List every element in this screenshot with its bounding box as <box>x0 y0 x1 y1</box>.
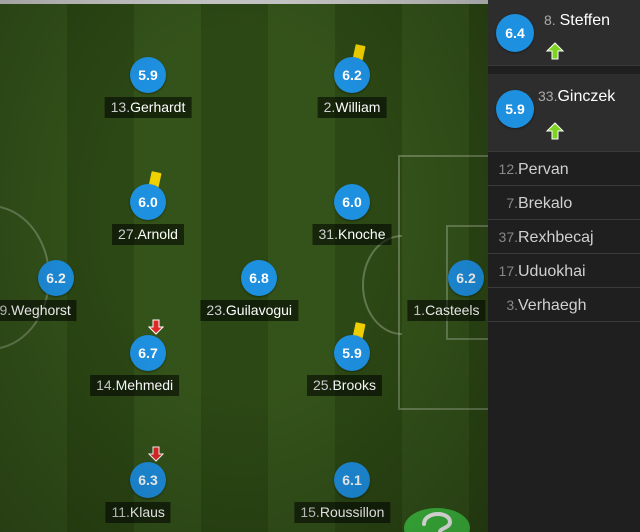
player-name-label: 14.Mehmedi <box>90 375 180 396</box>
player-name-label: 13.Gerhardt <box>104 97 192 118</box>
bench-row-rexhbecaj[interactable]: 37.Rexhbecaj <box>488 220 640 254</box>
pitch-top-border <box>0 0 488 4</box>
arrow-up-icon <box>546 122 564 140</box>
sub-row-ginczek[interactable]: 5.9 33.Ginczek <box>488 74 640 152</box>
help-glyph <box>422 511 453 532</box>
rating-badge: 6.8 <box>241 260 277 296</box>
player-name-label: 27.Arnold <box>112 224 184 245</box>
sub-player-label: 33.Ginczek <box>538 88 616 105</box>
pitch: 5.9 13.Gerhardt 6.2 2.William 6.0 27.Arn… <box>0 0 488 532</box>
rating-badge: 6.0 <box>334 184 370 220</box>
bench-row-verhaegh[interactable]: 3.Verhaegh <box>488 288 640 322</box>
bench-row-uduokhai[interactable]: 17.Uduokhai <box>488 254 640 288</box>
rating-badge: 5.9 <box>334 335 370 371</box>
player-name-label: 1.Casteels <box>407 300 486 321</box>
player-name-label: 15.Roussillon <box>294 502 391 523</box>
player-name-label: 31.Knoche <box>312 224 392 245</box>
rating-badge: 6.2 <box>38 260 74 296</box>
rating-badge: 6.3 <box>130 462 166 498</box>
bench-row-brekalo[interactable]: 7.Brekalo <box>488 186 640 220</box>
rating-badge: 6.1 <box>334 462 370 498</box>
sub-row-steffen[interactable]: 6.4 8. Steffen <box>488 0 640 66</box>
rating-badge: 5.9 <box>496 90 534 128</box>
rating-badge: 6.4 <box>496 14 534 52</box>
arrow-up-icon <box>546 42 564 60</box>
bench-row-pervan[interactable]: 12.Pervan <box>488 152 640 186</box>
rating-badge: 6.2 <box>448 260 484 296</box>
help-icon[interactable] <box>404 508 470 532</box>
substitutes-panel: 6.4 8. Steffen 5.9 33.Ginczek 12.Pervan … <box>488 0 640 532</box>
player-name-label: 2.William <box>317 97 387 118</box>
arrow-down-icon <box>148 446 164 462</box>
rating-badge: 6.0 <box>130 184 166 220</box>
sub-player-label: 8. Steffen <box>544 12 610 29</box>
player-name-label: 9.Weghorst <box>0 300 77 321</box>
player-name-label: 23.Guilavogui <box>200 300 299 321</box>
player-name-label: 25.Brooks <box>306 375 383 396</box>
rating-badge: 5.9 <box>130 57 166 93</box>
rating-badge: 6.7 <box>130 335 166 371</box>
arrow-down-icon <box>148 319 164 335</box>
rating-badge: 6.2 <box>334 57 370 93</box>
player-name-label: 11.Klaus <box>105 502 171 523</box>
